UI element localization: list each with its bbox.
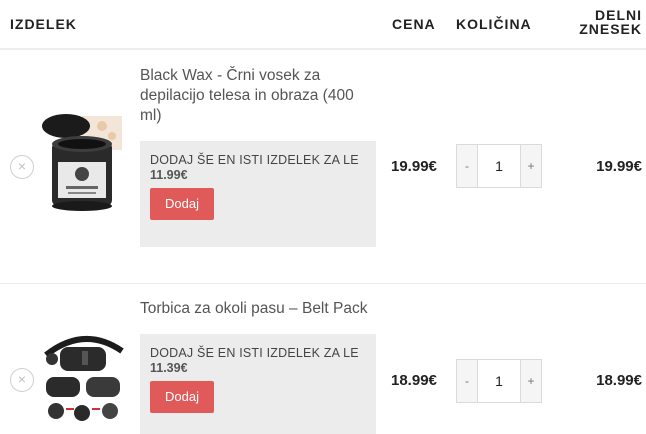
product-name-link[interactable]: Torbica za okoli pasu – Belt Pack — [140, 299, 376, 319]
column-header-price: CENA — [392, 16, 436, 32]
column-header-quantity: KOLIČINA — [456, 16, 532, 32]
upsell-box: DODAJ ŠE EN ISTI IZDELEK ZA LE 11.39€ Do… — [140, 334, 376, 434]
column-header-subtotal: DELNI ZNESEK — [562, 8, 642, 36]
quantity-increase-button[interactable]: + — [521, 145, 541, 187]
product-thumbnail-belt-pack[interactable] — [42, 325, 126, 429]
quantity-input[interactable]: 1 — [477, 360, 521, 402]
item-subtotal: 18.99€ — [596, 372, 642, 389]
item-subtotal: 19.99€ — [596, 158, 642, 175]
product-thumbnail-black-wax[interactable] — [42, 114, 126, 214]
item-price: 19.99€ — [391, 158, 437, 175]
remove-item-icon[interactable]: × — [10, 155, 34, 179]
quantity-decrease-button[interactable]: - — [457, 145, 477, 187]
add-upsell-button[interactable]: Dodaj — [150, 188, 214, 220]
cart-item-row: × Torbica za okoli pasu – Belt Pack DODA… — [0, 285, 646, 434]
subtotal-header-line2: ZNESEK — [579, 21, 642, 37]
cart-item-row: × Black Wax - Črni vosek za depilacijo t… — [0, 50, 646, 284]
quantity-stepper: - 1 + — [456, 359, 542, 403]
upsell-text: DODAJ ŠE EN ISTI IZDELEK ZA LE — [150, 346, 359, 360]
subtotal-header-line1: DELNI — [595, 7, 642, 23]
upsell-price: 11.99€ — [150, 168, 188, 182]
quantity-stepper: - 1 + — [456, 144, 542, 188]
remove-item-icon[interactable]: × — [10, 368, 34, 392]
column-header-product: IZDELEK — [10, 16, 77, 32]
quantity-decrease-button[interactable]: - — [457, 360, 477, 402]
upsell-text: DODAJ ŠE EN ISTI IZDELEK ZA LE — [150, 153, 359, 167]
upsell-price: 11.39€ — [150, 361, 188, 375]
quantity-input[interactable]: 1 — [477, 145, 521, 187]
quantity-increase-button[interactable]: + — [521, 360, 541, 402]
upsell-box: DODAJ ŠE EN ISTI IZDELEK ZA LE 11.99€ Do… — [140, 141, 376, 247]
item-price: 18.99€ — [391, 372, 437, 389]
cart-table-header: IZDELEK CENA KOLIČINA DELNI ZNESEK — [0, 0, 646, 50]
product-name-link[interactable]: Black Wax - Črni vosek za depilacijo tel… — [140, 66, 376, 126]
add-upsell-button[interactable]: Dodaj — [150, 381, 214, 413]
